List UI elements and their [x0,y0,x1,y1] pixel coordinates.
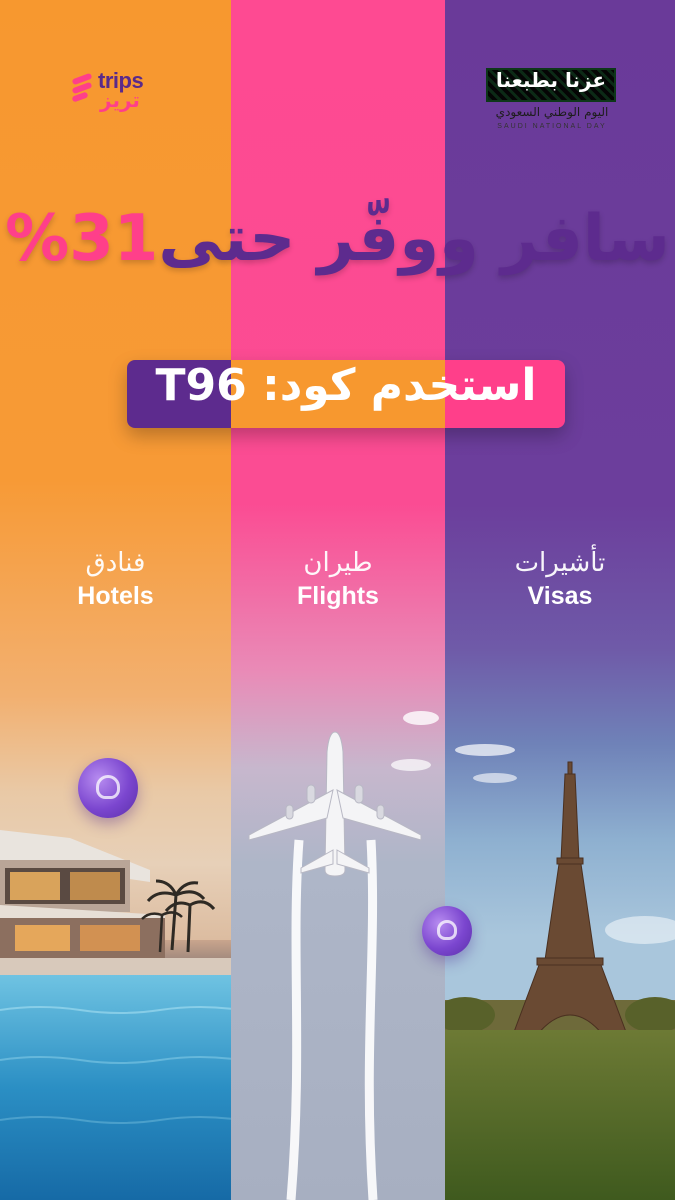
service-visas-ar: تأشيرات [514,548,606,578]
headline-up-to: حتى [158,202,296,276]
airplane-icon [248,731,422,877]
headline: سافر ووفّر حتى31% [0,202,675,276]
coin-icon [422,906,472,956]
eiffel-tower-icon [510,761,630,1041]
promo-code-pill[interactable]: استخدم كود: T96 [127,360,565,428]
national-day-subtitle-ar: اليوم الوطني السعودي [495,105,609,119]
service-hotels-ar: فنادق [85,548,146,578]
coin-icon [78,758,138,818]
service-hotels-en: Hotels [77,582,154,610]
national-day-title: عزنا بطبعنا [486,68,616,102]
service-visas[interactable]: تأشيرات Visas [445,548,675,611]
headline-travel-save: سافر ووفّر [317,202,671,276]
national-day-badge: عزنا بطبعنا اليوم الوطني السعودي SAUDI N… [486,68,618,130]
service-visas-en: Visas [527,582,593,610]
service-flights[interactable]: طيران Flights [231,548,445,611]
promo-poster: trips تريز عزنا بطبعنا اليوم الوطني السع… [0,0,675,1200]
brand-name-ar: تريز [100,88,140,112]
promo-code: T96 [155,360,247,411]
promo-code-text: استخدم كود: T96 [127,360,565,428]
service-hotels[interactable]: فنادق Hotels [0,548,231,611]
promo-label: استخدم كود: [262,360,537,411]
trips-logo[interactable]: trips تريز [70,68,160,112]
trips-logo-icon [72,73,92,102]
service-flights-en: Flights [297,582,379,610]
national-day-subtitle-en: SAUDI NATIONAL DAY [497,123,607,130]
service-flights-ar: طيران [303,548,373,578]
headline-percent: 31% [5,202,159,276]
villa-icon [0,830,165,958]
